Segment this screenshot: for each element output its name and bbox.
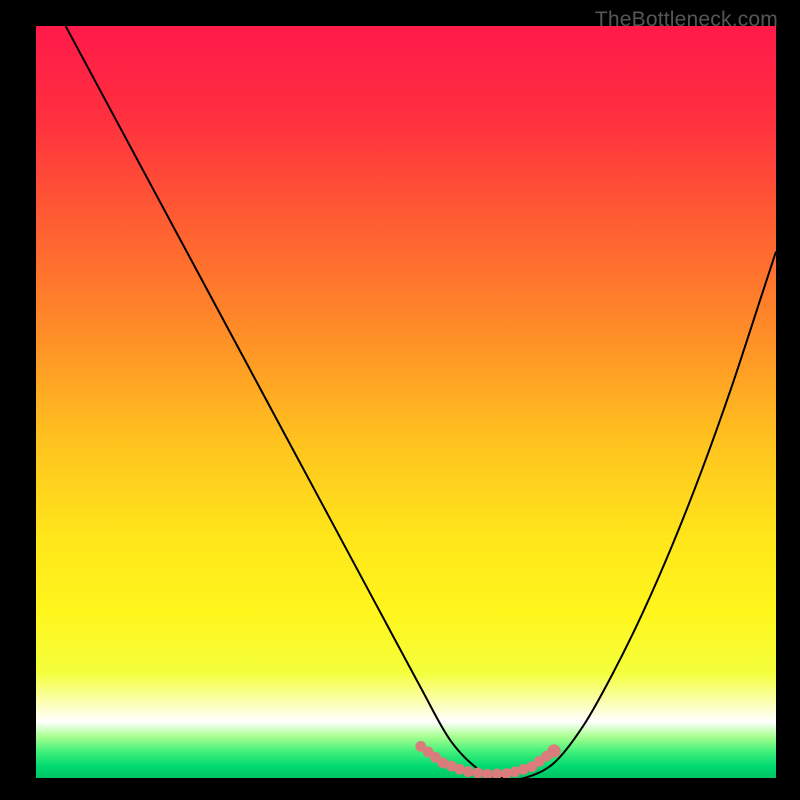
source-label: TheBottleneck.com <box>595 8 778 32</box>
plot-area <box>36 26 776 778</box>
chart-frame: TheBottleneck.com <box>0 0 800 800</box>
optimal-zone-end-dot <box>547 744 560 757</box>
optimal-zone-dot <box>472 768 483 778</box>
gradient-background <box>36 26 776 778</box>
chart-svg <box>36 26 776 778</box>
optimal-zone-dot <box>463 766 474 777</box>
